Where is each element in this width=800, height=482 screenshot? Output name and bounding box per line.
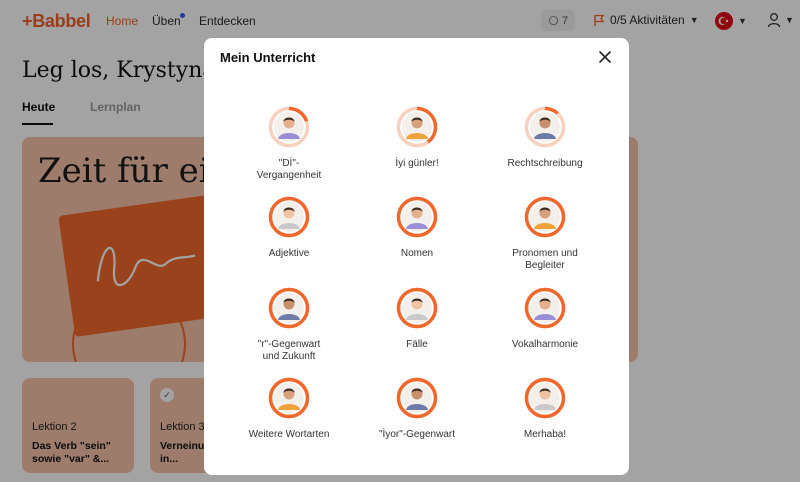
- progress-ring: [268, 196, 310, 238]
- course-item-label: "r"-Gegenwart und Zukunft: [257, 339, 321, 362]
- course-item-label: İyi günler!: [395, 158, 439, 169]
- course-item-label: Rechtschreibung: [507, 158, 583, 169]
- progress-ring: [268, 106, 310, 148]
- progress-ring: [524, 287, 566, 329]
- close-button[interactable]: [598, 50, 612, 64]
- modal-title: Mein Unterricht: [220, 50, 316, 65]
- course-item-label: "Dİ"- Vergangenheit: [256, 158, 322, 181]
- course-item-label: Fälle: [406, 339, 428, 350]
- progress-ring: [268, 287, 310, 329]
- progress-ring: [396, 377, 438, 419]
- course-item-label: Weitere Wortarten: [248, 429, 330, 440]
- progress-ring: [396, 106, 438, 148]
- progress-ring: [396, 196, 438, 238]
- course-item-label: Merhaba!: [523, 429, 567, 440]
- progress-ring: [396, 287, 438, 329]
- course-item-label: Adjektive: [268, 248, 310, 259]
- course-item-label: "İyor"-Gegenwart: [378, 429, 455, 440]
- progress-ring: [524, 106, 566, 148]
- progress-ring: [268, 377, 310, 419]
- close-icon: [599, 51, 611, 63]
- progress-ring: [524, 377, 566, 419]
- progress-ring: [524, 196, 566, 238]
- mein-unterricht-modal: Mein Unterricht "Dİ"- Vergangenheit İyi gü…: [204, 38, 629, 475]
- course-item-label: Vokalharmonie: [511, 339, 579, 350]
- course-item-label: Nomen: [400, 248, 434, 259]
- course-item-label: Pronomen und Begleiter: [512, 248, 578, 271]
